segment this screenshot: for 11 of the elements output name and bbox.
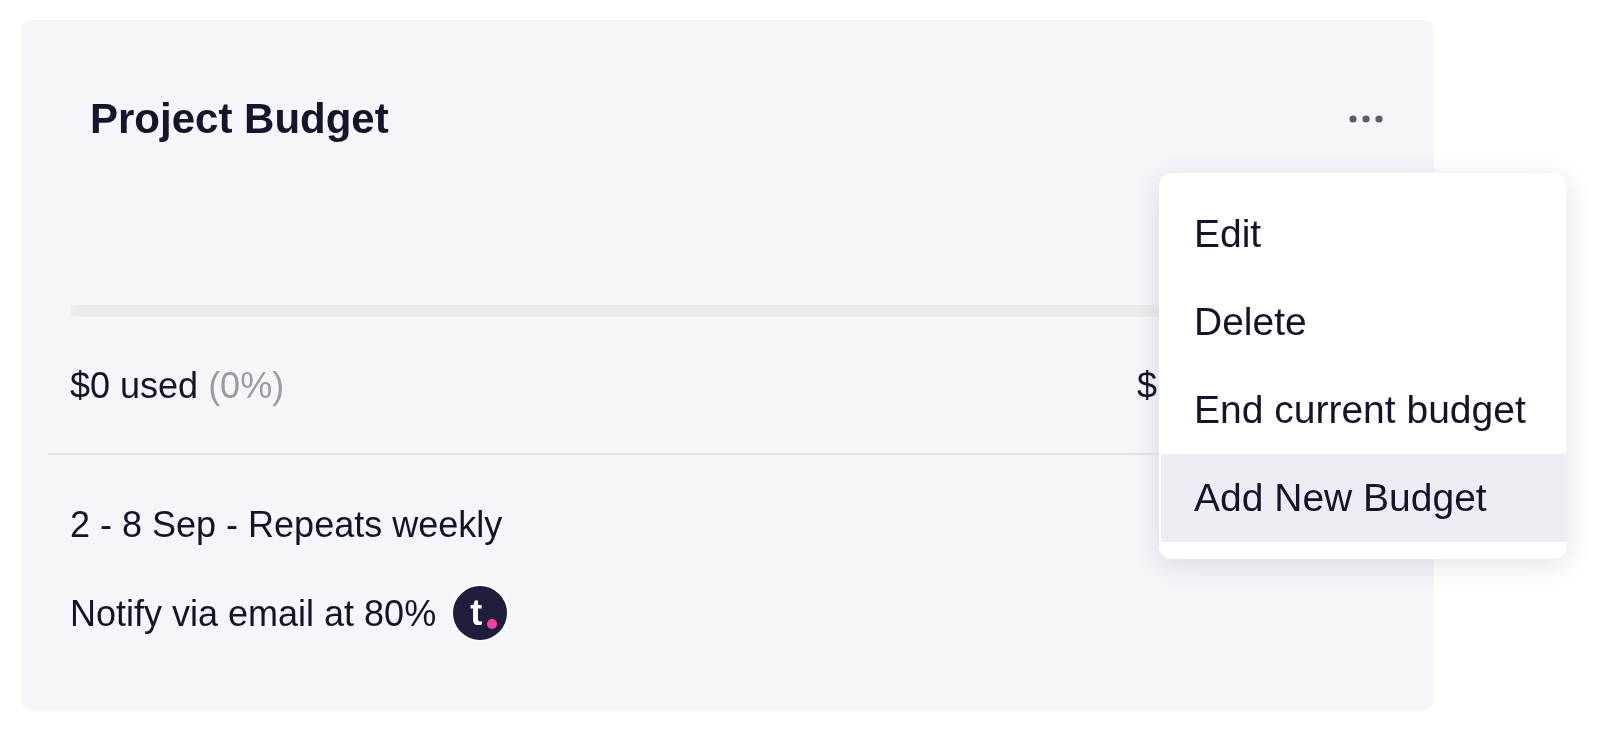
used-amount: $0 used <box>70 365 199 406</box>
dot-icon <box>487 619 498 629</box>
card-title: Project Budget <box>90 95 389 143</box>
used-percent: (0%) <box>208 365 285 406</box>
schedule-text: 2 - 8 Sep - Repeats weekly <box>70 504 503 545</box>
avatar-letter: t <box>470 594 483 632</box>
notification-text: Notify via email at 80% <box>70 592 437 634</box>
menu-item[interactable]: Add New Budget <box>1161 454 1566 542</box>
more-icon <box>1349 115 1383 123</box>
budget-total: $ <box>1136 365 1157 406</box>
more-button[interactable] <box>1349 113 1383 125</box>
